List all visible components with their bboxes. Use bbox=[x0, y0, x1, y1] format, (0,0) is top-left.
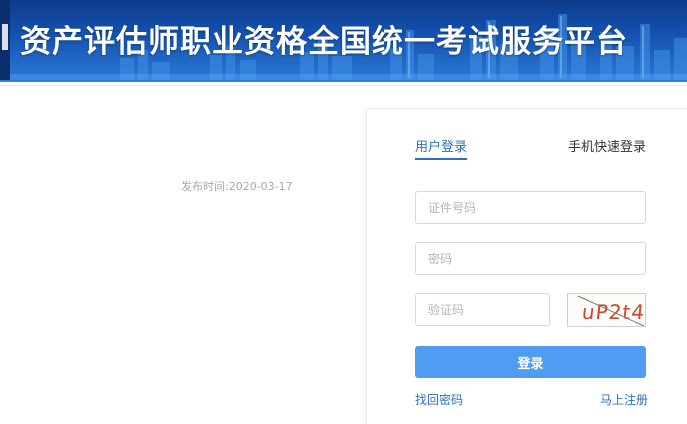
id-number-input[interactable] bbox=[415, 191, 646, 224]
captcha-input[interactable] bbox=[415, 293, 550, 326]
header-banner: 资产评估师职业资格全国统一考试服务平台 bbox=[0, 0, 687, 80]
password-input[interactable] bbox=[415, 242, 646, 275]
header-shadow-line bbox=[0, 85, 687, 86]
register-link[interactable]: 马上注册 bbox=[600, 391, 648, 408]
captcha-image[interactable]: uP2t4 bbox=[567, 293, 646, 327]
banner-logo-mark bbox=[0, 0, 10, 80]
site-title: 资产评估师职业资格全国统一考试服务平台 bbox=[20, 24, 628, 60]
publish-time: 发布时间:2020-03-17 bbox=[181, 180, 293, 193]
tab-user-login[interactable]: 用户登录 bbox=[415, 136, 468, 160]
login-button[interactable]: 登录 bbox=[415, 346, 646, 378]
forgot-password-link[interactable]: 找回密码 bbox=[415, 391, 463, 408]
tab-phone-login[interactable]: 手机快速登录 bbox=[568, 136, 646, 155]
header-divider bbox=[0, 80, 687, 82]
captcha-noise-line bbox=[577, 295, 645, 326]
